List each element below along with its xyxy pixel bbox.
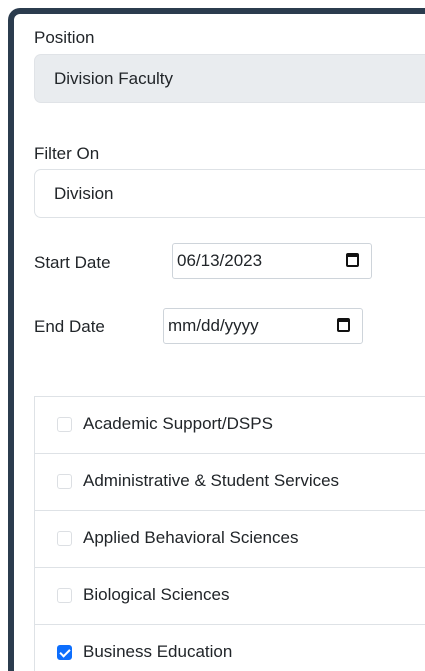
list-item[interactable]: Business Education (34, 624, 425, 671)
window-frame: Position Division Faculty Filter On Divi… (8, 8, 425, 671)
division-checkbox[interactable] (57, 474, 72, 489)
calendar-icon[interactable] (346, 253, 359, 267)
division-checkbox[interactable] (57, 417, 72, 432)
end-date-placeholder: mm/dd/yyyy (168, 316, 259, 335)
start-date-label: Start Date (34, 253, 111, 272)
division-checkbox-checked[interactable] (57, 645, 72, 660)
list-item[interactable]: Academic Support/DSPS (34, 396, 425, 453)
list-item[interactable]: Biological Sciences (34, 567, 425, 624)
list-item[interactable]: Applied Behavioral Sciences (34, 510, 425, 567)
filter-on-label: Filter On (34, 144, 100, 163)
list-item[interactable]: Administrative & Student Services (34, 453, 425, 510)
division-checkbox[interactable] (57, 531, 72, 546)
calendar-icon[interactable] (337, 318, 350, 332)
division-label: Administrative & Student Services (83, 471, 340, 490)
division-label: Academic Support/DSPS (83, 414, 273, 433)
position-label: Position (34, 28, 95, 47)
division-checkbox[interactable] (57, 588, 72, 603)
division-label: Business Education (83, 642, 233, 661)
filter-on-select[interactable]: Division (34, 169, 425, 218)
division-label: Biological Sciences (83, 585, 230, 604)
start-date-input[interactable]: 06/13/2023 (172, 243, 372, 279)
end-date-label: End Date (34, 317, 105, 336)
filter-form: Position Division Faculty Filter On Divi… (34, 28, 425, 671)
start-date-value: 06/13/2023 (177, 251, 263, 270)
position-select[interactable]: Division Faculty (34, 54, 425, 103)
division-list: Academic Support/DSPS Administrative & S… (34, 396, 425, 671)
division-label: Applied Behavioral Sciences (83, 528, 299, 547)
end-date-input[interactable]: mm/dd/yyyy (163, 308, 363, 344)
